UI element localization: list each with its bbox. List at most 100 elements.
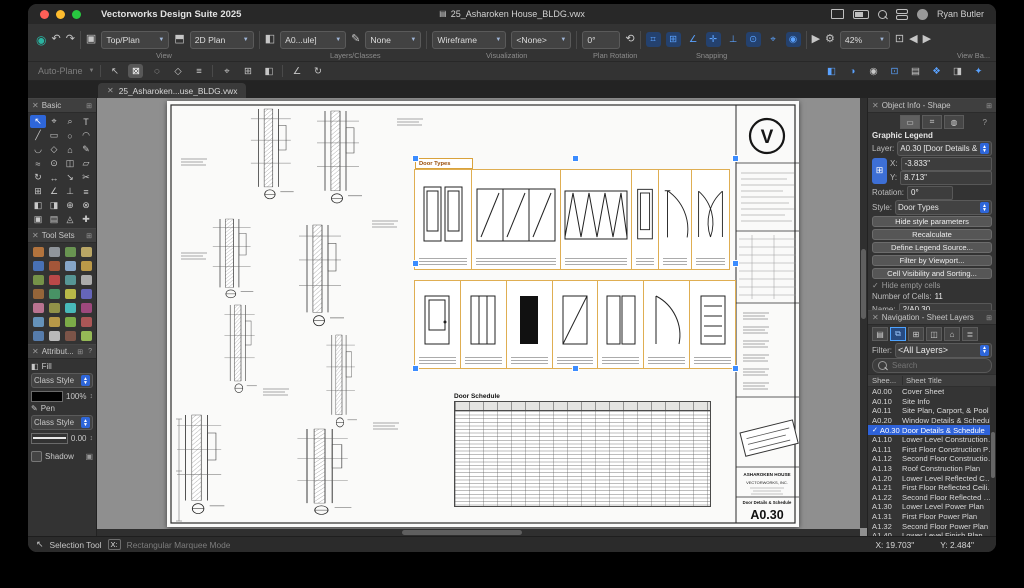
sheet-list-column-headers[interactable]: Shee... Sheet Title — [868, 374, 996, 387]
palette-menu-icon[interactable]: ⊞ — [86, 102, 92, 110]
sheet-layer-row[interactable]: A1.31First Floor Power Plan — [868, 512, 996, 522]
tool-icon[interactable]: ⌂ — [62, 143, 78, 156]
sheet-layer-row[interactable]: A1.30Lower Level Power Plan — [868, 502, 996, 512]
polygon-marquee-mode-icon[interactable]: ◇ — [170, 64, 185, 78]
door-type-cell[interactable] — [691, 169, 730, 270]
selection-handle[interactable] — [412, 260, 419, 267]
snap-distance-icon[interactable]: ⊥ — [726, 32, 741, 47]
toolset-icon[interactable] — [30, 273, 46, 286]
tool-icon[interactable]: ▤ — [46, 213, 62, 226]
palette-menu-icon[interactable]: ⊞ — [77, 348, 83, 356]
snap-edge-icon[interactable]: ⊙ — [746, 32, 761, 47]
snap-grid-icon[interactable]: ⌗ — [646, 32, 661, 47]
object-name-field[interactable] — [899, 303, 992, 311]
door-type-cell[interactable] — [506, 280, 553, 369]
toolset-icon[interactable] — [46, 301, 62, 314]
grid-mode-icon[interactable]: ⊞ — [240, 64, 255, 78]
help-icon[interactable]: ? — [88, 348, 92, 355]
close-icon[interactable]: ✕ — [32, 101, 39, 110]
view-cube-icon[interactable]: ▣ — [86, 34, 96, 45]
tool-icon[interactable]: ⊞ — [30, 185, 46, 198]
active-layer-dropdown[interactable]: A0...ule]▼ — [280, 31, 346, 49]
cell-visibility-sorting-button[interactable]: Cell Visibility and Sorting... — [872, 268, 992, 279]
control-center-icon[interactable] — [896, 9, 908, 20]
close-icon[interactable]: ✕ — [32, 231, 39, 240]
battery-icon[interactable] — [853, 10, 869, 19]
toolset-icon[interactable] — [62, 245, 78, 258]
classes-icon[interactable]: ⊞ — [908, 327, 924, 341]
selection-handle[interactable] — [572, 365, 579, 372]
tool-sets-palette-header[interactable]: ✕ Tool Sets ⊞ — [28, 228, 96, 243]
palette-menu-icon[interactable]: ⊞ — [986, 314, 992, 322]
fit-view-icon[interactable]: ⊡ — [895, 34, 904, 45]
viewport-monitor-icon[interactable]: ⊡ — [887, 64, 902, 78]
stack-layers-icon[interactable]: ▤ — [908, 64, 923, 78]
layer-bucket-icon[interactable]: ◧ — [265, 34, 275, 45]
line-tool-icon[interactable]: ╱ — [30, 129, 46, 142]
home-view-icon[interactable]: ◉ — [36, 34, 46, 46]
toolset-icon[interactable] — [62, 287, 78, 300]
stepper-icon[interactable]: ▲▼ — [980, 143, 989, 154]
rotation-field[interactable] — [907, 186, 953, 200]
search-input[interactable] — [890, 360, 986, 371]
layer-options-icon[interactable]: ◑ — [845, 64, 860, 78]
spotlight-search-icon[interactable] — [878, 10, 887, 19]
tool-icon[interactable]: ⊙ — [46, 157, 62, 170]
document-tab[interactable]: ✕ 25_Asharoken...use_BLDG.vwx — [98, 83, 246, 98]
tab-data[interactable]: ⌗ — [922, 115, 942, 129]
tool-icon[interactable]: ∠ — [46, 185, 62, 198]
sheet-layer-row[interactable]: A1.22Second Floor Reflected Ce... — [868, 493, 996, 503]
sheet-layer-row[interactable]: A1.12Second Floor Construction ... — [868, 454, 996, 464]
stepper-icon[interactable]: ▲▼ — [980, 202, 989, 213]
hide-empty-cells-label[interactable]: Hide empty cells — [882, 281, 941, 290]
tool-icon[interactable]: ▱ — [78, 157, 94, 170]
plan-mode-icon[interactable]: ⬒ — [174, 34, 184, 45]
tool-icon[interactable]: ◡ — [30, 143, 46, 156]
tab-shape[interactable]: ▭ — [900, 115, 920, 129]
selection-tool-icon[interactable]: ↖ — [30, 115, 46, 128]
palette-menu-icon[interactable]: ⊞ — [86, 232, 92, 240]
toolset-icon[interactable] — [62, 273, 78, 286]
selection-handle[interactable] — [732, 365, 739, 372]
toolset-icon[interactable] — [78, 315, 94, 328]
sheet-layer-row[interactable]: A0.00Cover Sheet — [868, 387, 996, 397]
toolset-icon[interactable] — [30, 259, 46, 272]
toolset-icon[interactable] — [30, 329, 46, 342]
tool-icon[interactable]: ⊕ — [62, 199, 78, 212]
toolset-icon[interactable] — [78, 329, 94, 342]
selection-handle[interactable] — [572, 155, 579, 162]
pen-line-swatch[interactable] — [31, 433, 68, 444]
toolset-icon[interactable] — [62, 259, 78, 272]
snap-object-icon[interactable]: ⊞ — [666, 32, 681, 47]
pen-style-dropdown[interactable]: Class Style ▲▼ — [31, 415, 93, 430]
tool-icon[interactable]: ↘ — [62, 171, 78, 184]
door-type-cell[interactable] — [597, 280, 644, 369]
door-type-cell[interactable] — [552, 280, 599, 369]
rectangle-tool-icon[interactable]: ▭ — [46, 129, 62, 142]
stepper-icon[interactable]: ▲▼ — [980, 345, 989, 356]
class-pen-icon[interactable]: ✎ — [351, 34, 360, 45]
close-tab-icon[interactable]: ✕ — [107, 86, 114, 95]
sheet-layer-row[interactable]: A1.32Second Floor Power Plan — [868, 521, 996, 531]
previous-view-icon[interactable]: ◀ — [909, 34, 917, 45]
visibility-eye-icon[interactable]: ◉ — [866, 64, 881, 78]
tool-icon[interactable]: ≡ — [78, 185, 94, 198]
toolset-icon[interactable] — [30, 315, 46, 328]
sheet-layers-icon[interactable]: ⧉ — [890, 327, 906, 341]
class-options-icon[interactable]: ◧ — [824, 64, 839, 78]
minimize-window-button[interactable] — [56, 10, 65, 19]
toolset-icon[interactable] — [78, 259, 94, 272]
stepper-icon[interactable]: ↕ — [90, 393, 94, 400]
tool-icon[interactable]: ⊗ — [78, 199, 94, 212]
sheet-layer-row[interactable]: A0.20Window Details & Schedule — [868, 416, 996, 426]
selection-mode-icon[interactable]: ↖ — [107, 64, 122, 78]
filter-dropdown[interactable]: <All Layers> ▲▼ — [895, 343, 992, 358]
toolset-icon[interactable] — [46, 245, 62, 258]
toolset-icon[interactable] — [62, 329, 78, 342]
style-dropdown[interactable]: Door Types ▲▼ — [895, 200, 992, 215]
snap-intersection-icon[interactable]: ✛ — [706, 32, 721, 47]
recalculate-button[interactable]: Recalculate — [872, 229, 992, 240]
user-name[interactable]: Ryan Butler — [937, 9, 984, 19]
close-icon[interactable]: ✕ — [872, 101, 879, 110]
plan-rotation-field[interactable]: 0° — [582, 31, 620, 49]
